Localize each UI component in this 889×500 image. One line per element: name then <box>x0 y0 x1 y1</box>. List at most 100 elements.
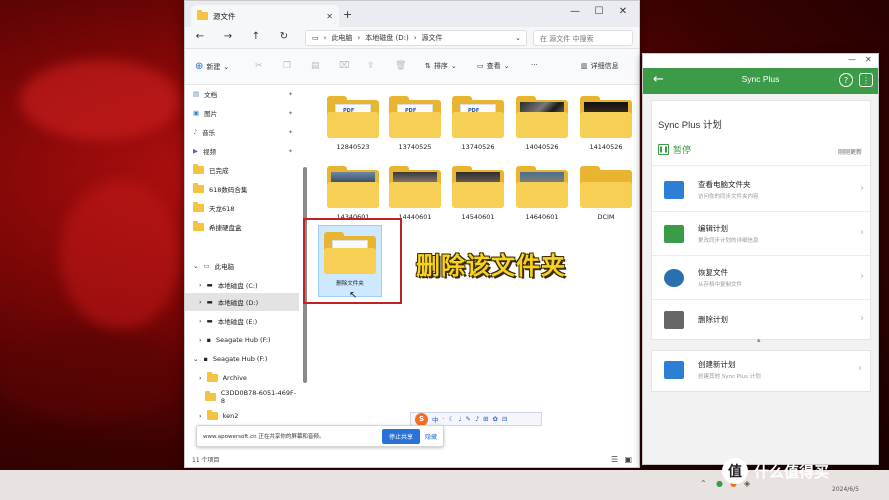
folder-item[interactable]: PDF 12840523 <box>322 96 384 151</box>
annotation-box <box>303 218 402 304</box>
folder-name: 13740526 <box>461 143 495 151</box>
item-count: 11 个项目 <box>192 456 220 464</box>
hide-button[interactable]: 隐藏 <box>425 432 437 441</box>
folder-name: 14540601 <box>461 213 495 221</box>
back-icon[interactable]: ← <box>193 31 207 42</box>
more-icon[interactable]: ··· <box>531 61 538 69</box>
folder-name: 14040526 <box>525 143 559 151</box>
folder-sync-icon <box>664 181 684 199</box>
sidebar-item-videos[interactable]: ▶ 视频 ✦ <box>185 142 299 160</box>
sidebar-item-archive[interactable]: › Archive <box>185 369 299 387</box>
help-icon[interactable]: ? <box>839 73 853 87</box>
maximize-button[interactable]: ☐ <box>589 6 609 17</box>
new-button[interactable]: ⊕ 新建 ⌄ <box>195 61 229 72</box>
pause-status[interactable]: ❚❚ 暂停 <box>658 143 691 156</box>
details-button[interactable]: ▥ 详细信息 <box>581 61 619 71</box>
chevron-down-icon[interactable]: ⌄ <box>515 34 526 42</box>
voice-icon[interactable]: ♩ <box>458 415 461 423</box>
background-streak <box>20 60 180 140</box>
sidebar-item-618[interactable]: 618数码合集 <box>185 180 299 198</box>
sidebar-item-tianlong[interactable]: 天龙618 <box>185 199 299 217</box>
sidebar-item-documents[interactable]: ▤ 文档 ✦ <box>185 85 299 103</box>
keyboard-icon[interactable]: ⊞ <box>483 415 488 423</box>
close-button[interactable]: ✕ <box>865 55 872 64</box>
tray-chevron-icon[interactable]: ⌃ <box>700 479 707 488</box>
close-tab-icon[interactable]: ✕ <box>326 12 333 21</box>
new-tab-button[interactable]: + <box>343 8 352 21</box>
toolbox-icon[interactable]: ⊟ <box>502 415 507 423</box>
chevron-right-icon: › <box>199 317 202 325</box>
view-pc-folder-item[interactable]: 查看电脑文件夹 访问你的同步文件夹内容 › <box>652 171 872 209</box>
sidebar-item-guid-folder[interactable]: C3DD0B78-6051-469F-8 <box>185 388 299 406</box>
folder-item[interactable]: 14040526 <box>511 96 573 151</box>
sidebar-item-this-pc[interactable]: ⌄ ▭ 此电脑 <box>185 257 299 275</box>
restore-files-item[interactable]: 恢复文件 从存档中复制文件 › <box>652 259 872 297</box>
new-plan-icon <box>664 361 684 379</box>
sidebar-item-seagate-f-root[interactable]: ⌄ ▪ Seagate Hub (F:) <box>185 350 299 368</box>
ime-toolbar[interactable]: S 中 · ☾ ♩ ✎ ♪ ⊞ ✿ ⊟ <box>410 412 542 426</box>
sidebar-item-seagate-box[interactable]: 希捷硬盘盒 <box>185 218 299 236</box>
breadcrumb-source[interactable]: 源文件 <box>422 33 443 43</box>
create-plan-card[interactable]: 创建新计划 创建其他 Sync Plus 计划 › <box>651 350 871 392</box>
edit-plan-item[interactable]: 编辑计划 更改同步计划的详细信息 › <box>652 215 872 253</box>
folder-item[interactable]: DCIM <box>575 166 637 221</box>
address-bar: ← → ↑ ↻ ▭ › 此电脑 › 本地磁盘 (D:) › 源文件 ⌄ 在 源文… <box>185 27 639 49</box>
folder-item[interactable]: 14540601 <box>447 166 509 221</box>
breadcrumb-this-pc[interactable]: 此电脑 <box>331 33 352 43</box>
sidebar-item-ken2[interactable]: › ken2 <box>185 407 299 425</box>
sidebar-item-drive-d[interactable]: › ▬ 本地磁盘 (D:) <box>185 293 299 311</box>
forward-icon[interactable]: → <box>221 31 235 42</box>
sort-button[interactable]: ⇅ 排序 ⌄ <box>425 61 457 71</box>
folder-icon <box>327 166 379 208</box>
ime-punct-icon[interactable]: · <box>443 415 445 423</box>
tiles-view-icon[interactable]: ▣ <box>624 455 632 464</box>
folder-item[interactable]: 14140526 <box>575 96 637 151</box>
sidebar-item-label: Seagate Hub (F:) <box>212 355 268 363</box>
share-icon[interactable]: ⇪ <box>367 61 375 71</box>
breadcrumb-drive-d[interactable]: 本地磁盘 (D:) <box>365 33 408 43</box>
sidebar-item-pictures[interactable]: ▣ 图片 ✦ <box>185 104 299 122</box>
rename-icon[interactable]: ⌧ <box>339 61 349 71</box>
moon-icon[interactable]: ☾ <box>449 415 455 423</box>
tab-source-files[interactable]: 源文件 ✕ <box>191 5 339 27</box>
cut-icon[interactable]: ✂ <box>255 61 263 71</box>
delete-plan-item[interactable]: 删除计划 › <box>652 301 872 339</box>
sort-label: 排序 <box>433 62 448 70</box>
folder-item[interactable]: 14340601 <box>322 166 384 221</box>
sidebar-item-music[interactable]: ♪ 音乐 ✦ <box>185 123 299 141</box>
refresh-icon[interactable]: ↻ <box>277 31 291 42</box>
folder-item[interactable]: 14440601 <box>384 166 446 221</box>
sidebar-item-drive-e[interactable]: › ▬ 本地磁盘 (E:) <box>185 312 299 330</box>
create-plan-desc: 创建其他 Sync Plus 计划 <box>698 374 761 380</box>
pause-icon: ❚❚ <box>658 144 669 155</box>
sidebar-item-drive-c[interactable]: › ▬ 本地磁盘 (C:) <box>185 276 299 294</box>
handwrite-icon[interactable]: ✎ <box>465 415 470 423</box>
sidebar-item-seagate-f[interactable]: › ▪ Seagate Hub (F:) <box>185 331 299 349</box>
view-button[interactable]: ▭ 查看 ⌄ <box>477 61 510 71</box>
delete-icon[interactable]: 🗑 <box>395 61 406 71</box>
search-input[interactable]: 在 源文件 中搜索 <box>533 30 633 46</box>
folder-item[interactable]: PDF 13740525 <box>384 96 446 151</box>
minimize-button[interactable]: — <box>848 55 856 64</box>
details-view-icon[interactable]: ☰ <box>611 455 618 464</box>
command-bar: ⊕ 新建 ⌄ ✂ ❐ ▤ ⌧ ⇪ 🗑 ⇅ 排序 ⌄ ▭ 查看 ⌄ ··· ▥ 详… <box>185 49 639 85</box>
folder-item[interactable]: PDF 13740526 <box>447 96 509 151</box>
stop-sharing-button[interactable]: 停止共享 <box>381 428 420 444</box>
skin-icon[interactable]: ✿ <box>493 415 498 423</box>
picture-icon: ▣ <box>193 109 200 117</box>
ime-mode-icon[interactable]: 中 <box>432 414 439 424</box>
chevron-down-icon: ⌄ <box>193 262 199 270</box>
mic-icon[interactable]: ♪ <box>475 415 479 423</box>
sidebar-item-label: 音乐 <box>202 129 216 137</box>
chevron-up-icon[interactable]: ▴ <box>757 336 761 344</box>
folder-item[interactable]: 14640601 <box>511 166 573 221</box>
up-icon[interactable]: ↑ <box>249 31 263 42</box>
close-button[interactable]: ✕ <box>613 6 633 17</box>
copy-icon[interactable]: ❐ <box>283 61 291 71</box>
sidebar-item-completed[interactable]: 已完成 <box>185 161 299 179</box>
paste-icon[interactable]: ▤ <box>311 61 320 71</box>
settings-icon[interactable]: ⋮ <box>859 73 873 87</box>
breadcrumb[interactable]: ▭ › 此电脑 › 本地磁盘 (D:) › 源文件 ⌄ <box>305 30 527 46</box>
plan-title: Sync Plus 计划 <box>658 120 722 131</box>
minimize-button[interactable]: — <box>565 6 585 17</box>
